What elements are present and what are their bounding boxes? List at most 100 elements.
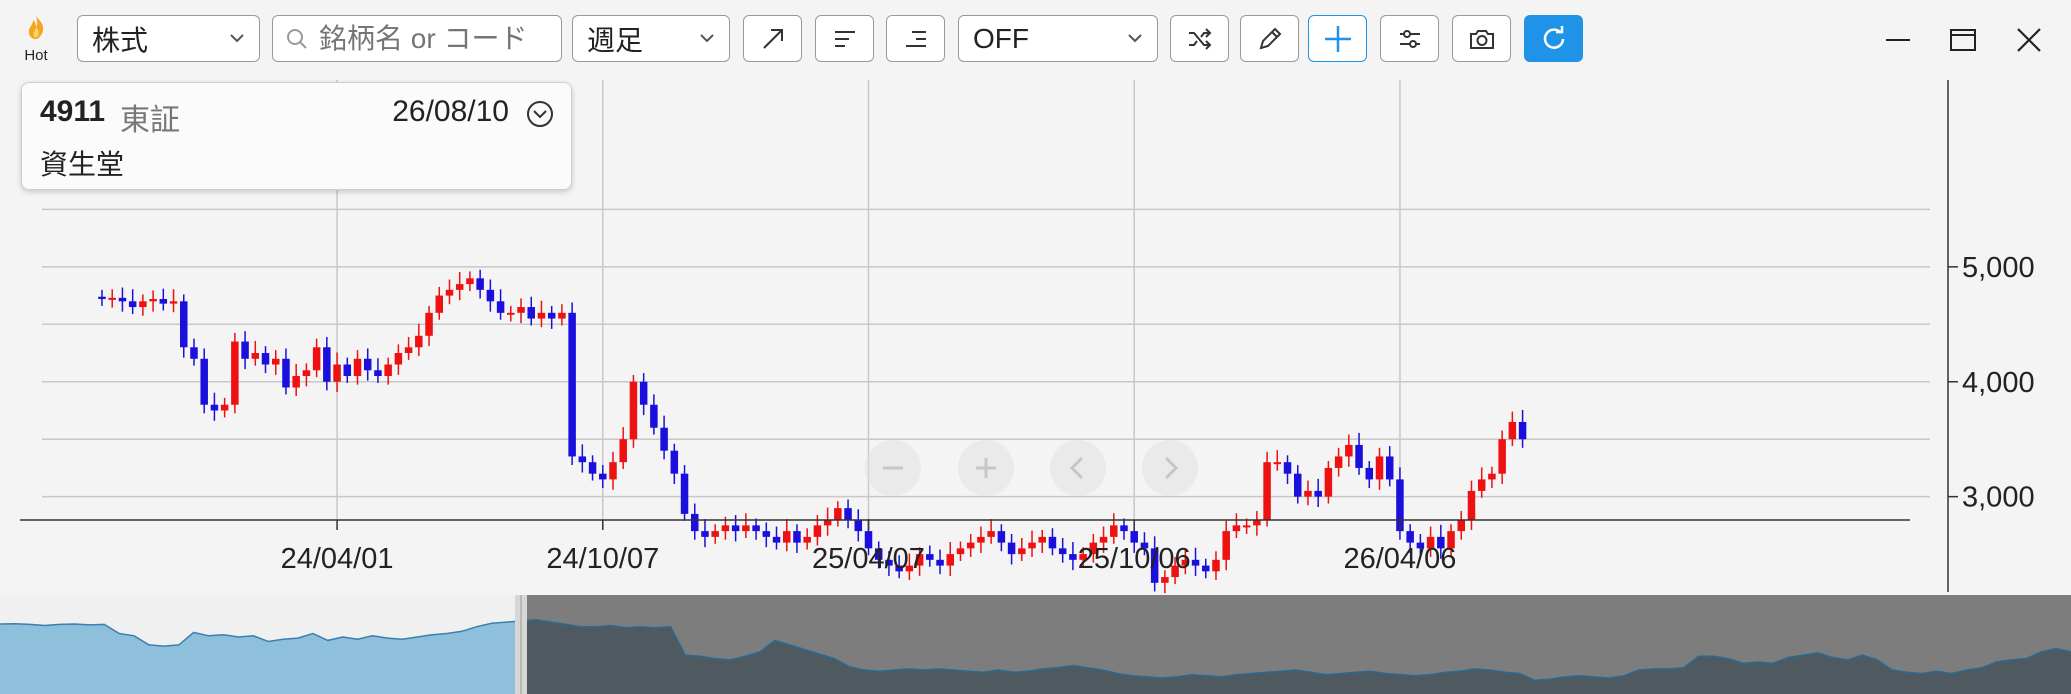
crosshair-plus-icon [1324,25,1351,52]
candle-body [1191,559,1200,566]
chevron-down-circle-icon[interactable] [525,99,555,129]
zoom-in-button[interactable] [958,440,1014,496]
candle-body [1498,439,1506,474]
maximize-button[interactable] [1943,20,1983,60]
candle-body [210,404,219,411]
candle-body [1007,542,1016,555]
stock-name: 資生堂 [40,149,125,180]
screenshot-button[interactable] [1452,15,1511,62]
candle-body [956,548,965,555]
hot-label: Hot [24,47,48,64]
refresh-button[interactable] [1524,15,1583,62]
horizontal-line-right-button[interactable] [886,15,945,62]
indicator-select[interactable]: OFF [958,15,1158,62]
crosshair-button[interactable] [1308,15,1367,62]
search-input[interactable] [272,15,562,62]
candle-body [1273,462,1282,465]
candle-body [1457,519,1466,532]
candle-body [1120,525,1128,532]
candle-body [1314,490,1322,497]
candle-body [108,297,116,300]
candle-body [844,508,852,520]
y-tick-label: 5,000 [1962,252,2035,284]
hot-button[interactable]: Hot [14,14,58,66]
candle-body [282,358,290,388]
candle-body [1048,536,1057,549]
candle-body [1161,577,1169,583]
close-icon [2017,28,2041,52]
y-tick-label: 3,000 [1962,482,2035,514]
candle-body [374,370,382,377]
candle-body [762,531,771,537]
minimize-icon [1886,39,1910,41]
candle-body [169,301,178,304]
candle-body [813,525,822,537]
chevron-left-icon [1069,456,1084,480]
draw-button[interactable] [1240,15,1299,62]
trend-line-button[interactable] [743,15,802,62]
shuffle-icon [1188,27,1211,50]
candle-body [803,536,811,543]
candle-body [312,347,321,371]
candle-body [782,531,791,543]
candle-body [966,542,975,549]
candle-body [1518,421,1527,440]
candle-body [445,289,454,296]
market-select[interactable]: 株式 [77,15,260,62]
candle-body [639,381,648,405]
horizontal-line-left-button[interactable] [815,15,874,62]
candle-body [568,312,576,457]
candle-body [1385,456,1394,480]
chevron-down-icon [230,34,244,43]
candle-body [333,364,341,382]
candle-body [680,473,689,514]
candle-body [578,456,587,463]
zoom-out-button[interactable] [865,440,921,496]
maximize-icon [1950,29,1976,51]
candle-body [231,341,239,405]
candle-body [353,358,362,377]
candle-body [1467,490,1476,520]
search-field[interactable] [317,21,551,56]
trend-line-icon [762,28,783,49]
chevron-down-icon [700,34,714,43]
candle-body [1099,536,1108,543]
scroll-right-button[interactable] [1142,440,1198,496]
navigator[interactable] [0,595,2071,694]
candle-body [415,335,423,348]
candle-body [936,559,944,566]
candle-body [128,301,137,308]
stock-code: 4911 [40,95,106,128]
candle-body [343,364,352,377]
candle-body [496,301,505,313]
candle-body [1508,421,1517,440]
candle-body [180,301,188,348]
zoom-in-icon [976,458,996,478]
candle-body [527,307,535,319]
candle-body [1232,525,1241,532]
x-tick-label: 25/10/06 [1078,543,1191,575]
horizontal-line-right-icon [905,30,926,47]
candle-body [384,364,392,377]
minimize-button[interactable] [1878,20,1918,60]
candle-body [599,473,607,480]
candle-body [1334,456,1343,468]
shuffle-button[interactable] [1170,15,1229,62]
candle-body [466,278,474,285]
search-icon [287,28,307,49]
candle-body [1365,467,1374,480]
candle-body [1263,462,1271,520]
candle-body [1375,456,1384,480]
period-select[interactable]: 週足 [572,15,730,62]
candle-body [1069,554,1077,560]
candle-body [271,358,280,365]
settings-button[interactable] [1380,15,1439,62]
candle-body [220,404,229,411]
candle-body [363,358,372,371]
candle-body [1018,548,1026,555]
candle-body [139,301,147,308]
candle-body [721,525,730,532]
close-button[interactable] [2009,20,2049,60]
x-tick-label: 24/04/01 [281,543,394,575]
scroll-left-button[interactable] [1050,440,1106,496]
